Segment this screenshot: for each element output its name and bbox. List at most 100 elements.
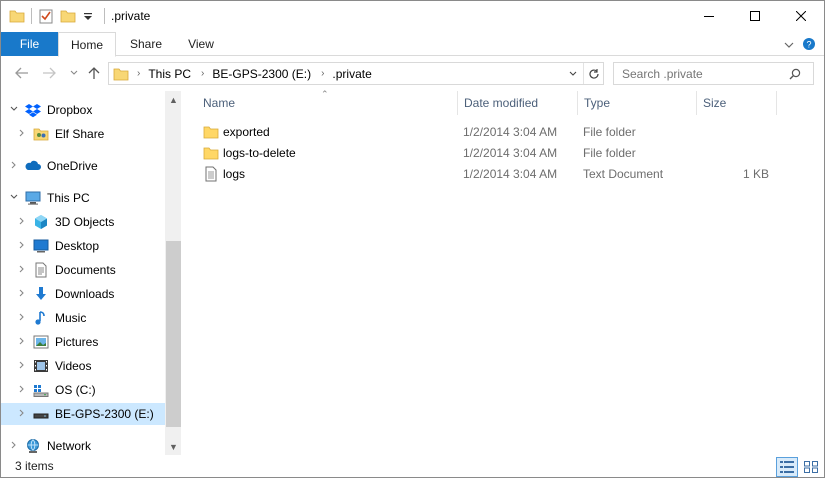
minimize-button[interactable] [686, 1, 732, 31]
forward-button[interactable] [40, 65, 58, 81]
folder-icon [113, 66, 129, 82]
column-header-size[interactable]: Size [697, 91, 777, 115]
search-box[interactable] [613, 62, 814, 85]
file-type: File folder [583, 125, 636, 139]
file-row[interactable]: logs-to-delete 1/2/2014 3:04 AM File folde… [197, 143, 787, 164]
pictures-icon [33, 334, 49, 350]
up-button[interactable] [85, 65, 103, 81]
chevron-right-icon[interactable] [17, 217, 27, 228]
scroll-up-icon[interactable]: ▲ [165, 91, 181, 108]
nav-item-music[interactable]: Music [1, 307, 165, 329]
nav-item-label: Desktop [55, 239, 100, 253]
usb-drive-icon [33, 406, 49, 422]
navigation-bar: › This PC › BE-GPS-2300 (E:) › .private [1, 57, 824, 89]
maximize-button[interactable] [732, 1, 778, 31]
nav-item-documents[interactable]: Documents [1, 259, 165, 281]
file-name: exported [223, 125, 270, 139]
close-button[interactable] [778, 1, 824, 31]
column-header-type[interactable]: Type [578, 91, 697, 115]
scrollbar-thumb[interactable] [166, 241, 181, 427]
chevron-right-icon[interactable] [17, 409, 27, 420]
window-title: .private [111, 9, 151, 23]
text-document-icon [203, 166, 219, 182]
breadcrumb-separator[interactable]: › [137, 68, 140, 79]
back-button[interactable] [13, 65, 31, 81]
customize-toolbar-icon[interactable] [82, 8, 98, 24]
large-icons-view-button[interactable] [800, 457, 822, 477]
breadcrumb-separator[interactable]: › [201, 68, 204, 79]
breadcrumb-drive[interactable]: BE-GPS-2300 (E:) [212, 67, 311, 81]
nav-item-3d-objects[interactable]: 3D Objects [1, 211, 165, 233]
nav-item-label: Music [55, 311, 87, 325]
svg-text:?: ? [806, 40, 811, 50]
address-bar[interactable]: › This PC › BE-GPS-2300 (E:) › .private [108, 62, 604, 85]
new-folder-icon[interactable] [60, 8, 76, 24]
downloads-icon [33, 286, 49, 302]
nav-item-this-pc[interactable]: This PC [1, 187, 165, 209]
ribbon-tabs: File Home Share View ? [1, 32, 824, 57]
expand-ribbon-icon[interactable] [784, 39, 794, 53]
nav-item-label: Videos [55, 359, 92, 373]
nav-item-be-gps-2300-e[interactable]: BE-GPS-2300 (E:) [1, 403, 165, 425]
chevron-right-icon[interactable] [17, 289, 27, 300]
refresh-button[interactable] [583, 63, 603, 84]
os-drive-icon [33, 382, 49, 398]
chevron-down-icon[interactable] [9, 193, 19, 204]
folder-icon [9, 8, 25, 24]
recent-locations-button[interactable] [65, 65, 83, 81]
search-input[interactable] [614, 66, 789, 81]
breadcrumb-separator[interactable]: › [321, 68, 324, 79]
chevron-right-icon[interactable] [17, 337, 27, 348]
nav-pane-scrollbar[interactable]: ▲ ▼ [165, 91, 181, 455]
folder-icon [203, 145, 219, 161]
column-header-name[interactable]: Name [197, 91, 458, 115]
large-icons-view-icon [804, 461, 818, 473]
chevron-right-icon[interactable] [17, 265, 27, 276]
nav-item-os-c[interactable]: OS (C:) [1, 379, 165, 401]
chevron-right-icon[interactable] [17, 241, 27, 252]
chevron-right-icon[interactable] [9, 441, 19, 452]
help-icon[interactable]: ? [802, 37, 816, 54]
tab-view[interactable]: View [175, 32, 227, 56]
chevron-right-icon[interactable] [17, 129, 27, 140]
tab-home[interactable]: Home [58, 32, 116, 57]
column-header-date-modified[interactable]: Date modified [458, 91, 578, 115]
music-icon [33, 310, 49, 326]
nav-item-pictures[interactable]: Pictures [1, 331, 165, 353]
breadcrumb-this-pc[interactable]: This PC [148, 67, 191, 81]
nav-item-downloads[interactable]: Downloads [1, 283, 165, 305]
file-row[interactable]: logs 1/2/2014 3:04 AM Text Document 1 KB [197, 164, 787, 185]
file-size [717, 122, 769, 143]
nav-item-label: This PC [47, 191, 90, 205]
nav-item-videos[interactable]: Videos [1, 355, 165, 377]
shared-folder-icon [33, 126, 49, 142]
nav-item-label: Pictures [55, 335, 99, 349]
scroll-down-icon[interactable]: ▼ [165, 438, 181, 455]
nav-item-label: OS (C:) [55, 383, 96, 397]
tab-file[interactable]: File [1, 32, 58, 56]
nav-item-network[interactable]: Network [1, 435, 165, 455]
chevron-right-icon[interactable] [17, 385, 27, 396]
this-pc-icon [25, 190, 41, 206]
nav-item-onedrive[interactable]: OneDrive [1, 155, 165, 177]
chevron-right-icon[interactable] [9, 161, 19, 172]
address-history-dropdown[interactable] [563, 63, 583, 84]
breadcrumb-current-folder[interactable]: .private [332, 67, 371, 81]
properties-icon[interactable] [38, 8, 54, 24]
nav-item-dropbox[interactable]: Dropbox [1, 99, 165, 121]
details-view-button[interactable] [776, 457, 798, 477]
nav-item-desktop[interactable]: Desktop [1, 235, 165, 257]
chevron-right-icon[interactable] [17, 361, 27, 372]
file-name: logs [223, 167, 246, 181]
chevron-down-icon[interactable] [9, 105, 19, 116]
tab-share[interactable]: Share [119, 32, 173, 56]
file-date-modified: 1/2/2014 3:04 AM [463, 146, 558, 160]
file-row[interactable]: exported 1/2/2014 3:04 AM File folder [197, 122, 787, 143]
nav-item-elf-share[interactable]: Elf Share [1, 123, 165, 145]
nav-item-label: Dropbox [47, 103, 93, 117]
folder-icon [203, 124, 219, 140]
search-icon[interactable] [789, 68, 801, 80]
chevron-right-icon[interactable] [17, 313, 27, 324]
nav-item-label: Documents [55, 263, 116, 277]
network-icon [25, 438, 41, 454]
